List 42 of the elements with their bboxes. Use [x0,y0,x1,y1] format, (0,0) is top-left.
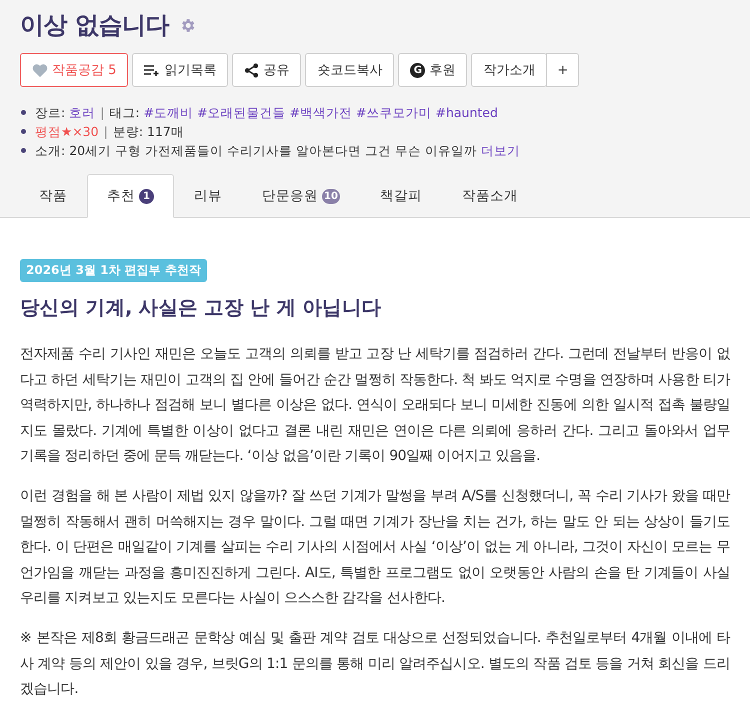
intro-text: 소개: 20세기 구형 가전제품들이 수리기사를 알아본다면 그건 무슨 이유일까 [35,143,477,158]
recommendation-badge: 2026년 3월 1차 편집부 추천작 [20,259,207,282]
like-button[interactable]: 작품공감 5 [20,53,128,87]
count-badge: 10 [322,188,340,204]
genre-label: 장르: [35,105,66,120]
action-button[interactable]: 공유 [232,53,302,87]
tab[interactable]: 작품 [19,174,87,218]
separator: | [100,105,104,120]
tags-label: 태그: [109,105,141,120]
tab[interactable]: 책갈피 [360,174,442,218]
rating-text: 평점★×30 [35,124,99,139]
share-icon [244,62,260,78]
tab[interactable]: 단문응원 10 [242,174,360,218]
paragraph: ※ 본작은 제8회 황금드래곤 문학상 예심 및 출판 계약 검토 대상으로 선정되었습니다. 추천일로부터 4개월 이내에 타사 계약 등의 제안이 있을 경우, 브릿G의 1:1 문의를 통해 미리 알려주십시오. 별도의 작품 검토 등을 거쳐 회신을 드리겠습니다. [20,628,730,700]
count-badge: 1 [139,188,154,204]
bullet-icon [21,129,26,134]
tab[interactable]: 작품소개 [442,174,538,218]
bullet-icon [21,148,26,153]
action-button[interactable]: 작가소개 [471,53,548,87]
tag-link[interactable]: #쓰쿠모가미 [356,105,432,120]
action-button[interactable]: 읽기목록 [132,53,228,87]
tag-link[interactable]: #도깨비 [144,105,194,120]
bullet-icon [21,110,26,115]
recommendation-heading: 당신의 기계, 사실은 고장 난 게 아닙니다 [20,295,382,321]
action-button[interactable]: 숏코드복사 [305,53,394,87]
work-title: 이상 없습니다 [20,10,169,41]
list-add-icon [144,64,160,76]
more-button[interactable]: + [546,53,580,87]
genre-link[interactable]: 호러 [69,105,96,120]
tag-link[interactable]: #백색가전 [290,105,352,120]
paragraph: 전자제품 수리 기사인 재민은 오늘도 고객의 의뢰를 받고 고장 난 세탁기를 점검하러 간다. 그런데 전날부터 반응이 없다고 하던 세탁기는 재민이 고객의 집 안에 들어간 순간 멀쩡히 작동한다. 척 봐도 억지로 수명을 연장하며 사용한 티가 역력하지만, 하나하나 점검해 보니 별다른 이상은 없다. 연식이 오래되다 보니 미세한 진동에 의한 일시적 접촉 불량일지도 몰랐다. 기계에 특별한 이상이 없다고 결론 내린 재민은 연이은 다른 의뢰에 응하러 간다. 그리고 돌아와서 업무 기록을 정리하던 중에 문득 깨닫는다. ‘이상 없음’이란 기록이 90일째 이어지고 있음을. [20,345,730,466]
tag-link[interactable]: #haunted [436,105,498,120]
action-button[interactable]: G 후원 [398,53,468,87]
length-text: 분량: 117매 [112,124,184,139]
tab[interactable]: 리뷰 [174,174,242,218]
separator: | [104,124,108,139]
sponsor-icon: G [410,62,426,78]
tag-link[interactable]: #오래된물건들 [197,105,286,120]
heart-icon [32,62,48,78]
tab[interactable]: 추천 1 [87,174,174,218]
more-link[interactable]: 더보기 [480,143,520,158]
paragraph: 이런 경험을 해 본 사람이 제법 있지 않을까? 잘 쓰던 기계가 말썽을 부려 A/S를 신청했더니, 꼭 수리 기사가 왔을 때만 멀쩡히 작동해서 괜히 머쓱해지는 경우 말이다. 그럴 때면 기계가 장난을 치는 건가, 하는 말도 안 되는 상상이 들기도 한다. 이 단편은 매일같이 기계를 살피는 수리 기사의 시점에서 사실 ‘이상’이 없는 게 아니라, 그것이 자신이 모르는 무언가임을 깨닫는 과정을 흥미진진하게 그린다. AI도, 특별한 프로그램도 없이 오랫동안 사람의 손을 탄 기계들이 사실 우리를 지켜보고 있는지도 모른다는 사실이 으스스한 감각을 선사한다. [20,486,730,608]
